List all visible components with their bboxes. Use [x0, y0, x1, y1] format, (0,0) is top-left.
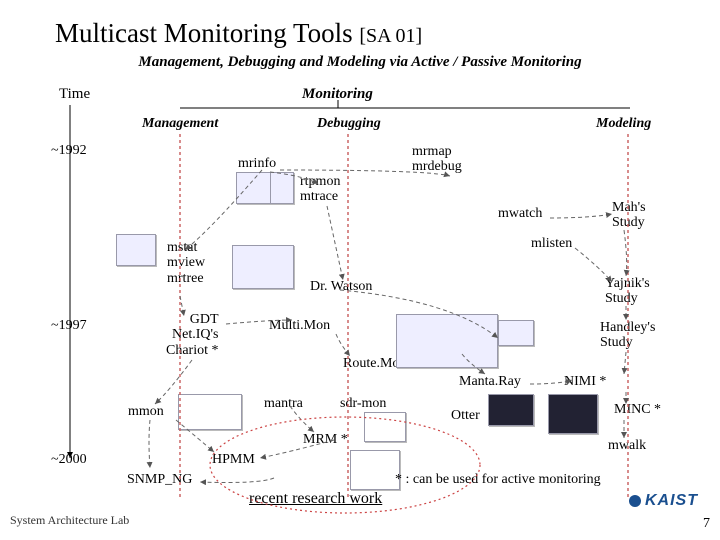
node-drwatson: Dr. Watson	[310, 279, 372, 294]
node-mrm: MRM *	[303, 432, 348, 447]
node-handley: Handley's Study	[600, 320, 655, 351]
thumbnail-icon	[116, 234, 156, 266]
node-snmp-ng: SNMP_NG	[127, 472, 192, 487]
node-gdt: GDT Net.IQ's Chariot *	[166, 312, 219, 358]
title-main: Multicast Monitoring Tools	[55, 18, 359, 48]
thumbnail-icon	[498, 320, 534, 346]
node-mlisten: mlisten	[531, 236, 572, 251]
node-mrinfo: mrinfo	[238, 156, 276, 171]
thumbnail-icon	[548, 394, 598, 434]
node-minc: MINC *	[614, 402, 661, 417]
node-rtpmon-mtrace: rtpmon mtrace	[300, 174, 340, 205]
kaist-logo: KAIST	[629, 492, 698, 510]
node-multimon: Multi.Mon	[269, 318, 330, 333]
thumbnail-icon	[270, 172, 294, 204]
modeling-heading: Modeling	[596, 116, 651, 132]
slide-number: 7	[703, 516, 710, 532]
node-sdrmon: sdr-mon	[340, 396, 386, 411]
management-heading: Management	[142, 116, 218, 132]
thumbnail-icon	[178, 394, 242, 430]
recent-research-label: recent research work	[249, 490, 382, 508]
node-otter: Otter	[451, 408, 480, 423]
node-mah: Mah's Study	[612, 200, 646, 231]
year-1997: ~1997	[51, 318, 87, 334]
thumbnail-icon	[232, 245, 294, 289]
node-mwatch: mwatch	[498, 206, 542, 221]
year-1992: ~1992	[51, 143, 87, 159]
time-heading: Time	[59, 86, 90, 103]
node-yajnik: Yajnik's Study	[605, 276, 650, 307]
kaist-text: KAIST	[645, 492, 698, 510]
node-mwalk: mwalk	[608, 438, 646, 453]
debugging-heading: Debugging	[317, 116, 381, 132]
node-mmon: mmon	[128, 404, 164, 419]
title-ref: [SA 01]	[359, 25, 422, 47]
thumbnail-icon	[396, 314, 498, 368]
footer-lab-name: System Architecture Lab	[10, 513, 129, 528]
year-2000: ~2000	[51, 452, 87, 468]
footnote: * : can be used for active monitoring	[395, 472, 601, 488]
node-mantra: mantra	[264, 396, 303, 411]
thumbnail-icon	[350, 450, 400, 490]
node-hpmm: HPMM	[212, 452, 255, 467]
slide-subtitle: Management, Debugging and Modeling via A…	[0, 54, 720, 71]
monitoring-heading: Monitoring	[302, 86, 373, 103]
thumbnail-icon	[488, 394, 534, 426]
node-mantaray: Manta.Ray	[459, 374, 521, 389]
thumbnail-icon	[364, 412, 406, 442]
kaist-dot-icon	[629, 495, 641, 507]
slide-title: Multicast Monitoring Tools [SA 01]	[55, 18, 422, 49]
node-mstat-mview-mrtree: mstat mview mrtree	[167, 240, 205, 286]
node-nimi: NIMI *	[564, 374, 606, 389]
node-mrmap-mrdebug: mrmap mrdebug	[412, 144, 462, 175]
